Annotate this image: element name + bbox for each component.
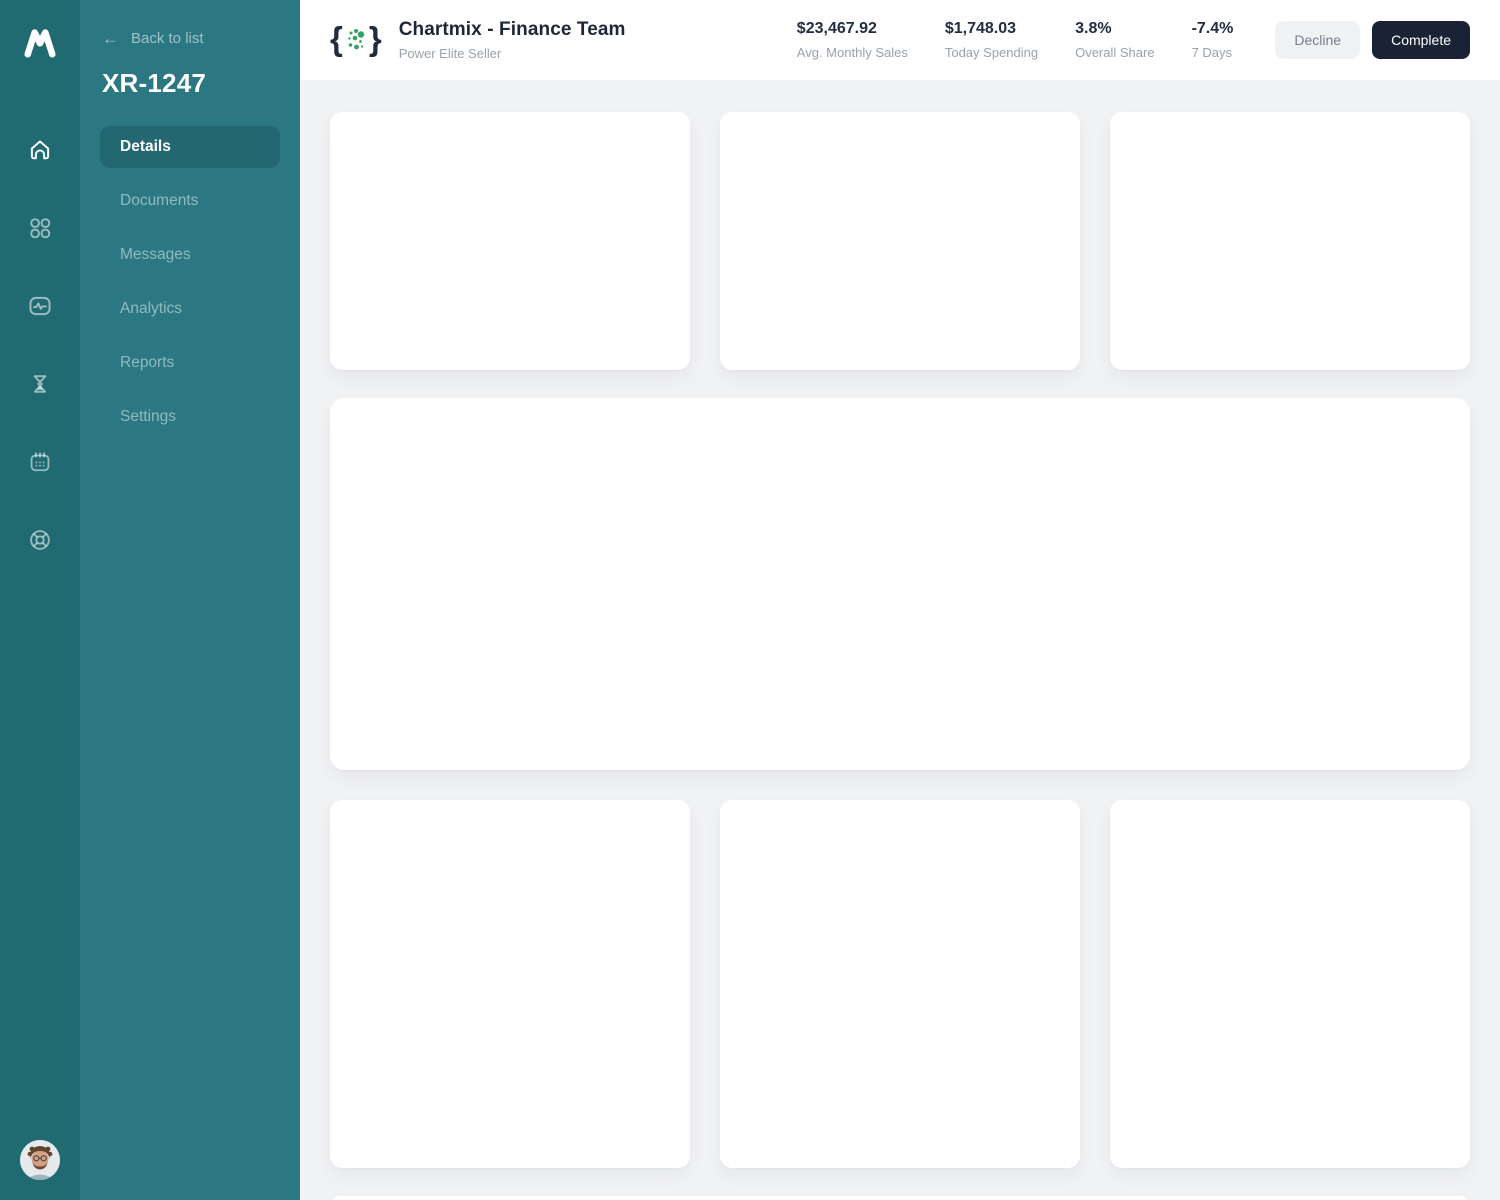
header-actions: Decline Complete bbox=[1275, 21, 1470, 59]
page-header: { } Chartmix - Finance Team Power Elite … bbox=[300, 0, 1500, 80]
sidebar-item-label: Analytics bbox=[120, 300, 183, 317]
page-subtitle: Power Elite Seller bbox=[398, 46, 502, 61]
sidebar-item-settings[interactable]: Settings bbox=[100, 396, 280, 438]
sidebar-item-label: Documents bbox=[120, 192, 199, 209]
bottom-card-row bbox=[330, 800, 1470, 1168]
braces-dots-logo-icon: { } bbox=[330, 19, 382, 57]
sidebar-item-label: Settings bbox=[120, 408, 177, 425]
stat-label: 7 Days bbox=[1191, 45, 1233, 60]
stat-7-days: -7.4% 7 Days bbox=[1192, 20, 1234, 60]
calendar-icon[interactable] bbox=[22, 444, 58, 480]
stat-value: $23,467.92 bbox=[796, 20, 877, 37]
sidebar-item-documents[interactable]: Documents bbox=[100, 180, 280, 222]
user-avatar[interactable] bbox=[20, 1140, 60, 1180]
stat-label: Avg. Monthly Sales bbox=[796, 45, 908, 60]
sidebar-item-label: Messages bbox=[120, 246, 191, 263]
sidebar-item-label: Reports bbox=[120, 354, 175, 371]
content-area bbox=[300, 80, 1500, 1200]
stat-label: Today Spending bbox=[944, 45, 1039, 60]
back-arrow-icon: ← bbox=[102, 29, 119, 48]
stat-label: Overall Share bbox=[1075, 45, 1155, 60]
sidebar-item-analytics[interactable]: Analytics bbox=[100, 288, 280, 330]
brace-open: { bbox=[330, 19, 343, 57]
top-card-3 bbox=[1110, 112, 1470, 370]
top-card-2 bbox=[720, 112, 1080, 370]
stat-today-spending: $1,748.03 Today Spending bbox=[945, 20, 1038, 60]
back-to-list-label: Back to list bbox=[131, 30, 204, 47]
brace-close: } bbox=[368, 19, 382, 57]
page-title: Chartmix - Finance Team bbox=[398, 19, 626, 40]
activity-chart-icon[interactable] bbox=[22, 288, 58, 324]
rail-nav bbox=[22, 132, 58, 558]
apps-grid-icon[interactable] bbox=[22, 210, 58, 246]
header-stats: $23,467.92 Avg. Monthly Sales $1,748.03 … bbox=[797, 20, 1234, 60]
sidebar-nav: Details Documents Messages Analytics Rep… bbox=[100, 126, 280, 438]
complete-button[interactable]: Complete bbox=[1372, 21, 1470, 59]
stat-value: $1,748.03 bbox=[944, 20, 1017, 37]
decline-button[interactable]: Decline bbox=[1275, 21, 1361, 59]
bottom-card-2 bbox=[720, 800, 1080, 1168]
m-logo bbox=[18, 22, 62, 62]
home-icon[interactable] bbox=[22, 132, 58, 168]
company-identity: { } Chartmix - Finance Team Power Elite … bbox=[330, 19, 626, 61]
bottom-card-1 bbox=[330, 800, 690, 1168]
sidebar-item-details[interactable]: Details bbox=[100, 126, 280, 168]
record-sidebar: ← Back to list XR-1247 Details Documents… bbox=[80, 0, 300, 1200]
hourglass-icon[interactable] bbox=[22, 366, 58, 402]
lifebuoy-help-icon[interactable] bbox=[22, 522, 58, 558]
stat-value: 3.8% bbox=[1075, 20, 1112, 37]
record-id: XR-1247 bbox=[102, 68, 207, 98]
wide-card bbox=[330, 398, 1470, 770]
bottom-card-3 bbox=[1110, 800, 1470, 1168]
stat-overall-share: 3.8% Overall Share bbox=[1075, 20, 1154, 60]
stat-avg-monthly-sales: $23,467.92 Avg. Monthly Sales bbox=[797, 20, 908, 60]
top-card-row bbox=[330, 112, 1470, 370]
main-column: { } Chartmix - Finance Team Power Elite … bbox=[300, 0, 1500, 1200]
stat-value: -7.4% bbox=[1191, 20, 1234, 37]
top-card-1 bbox=[330, 112, 690, 370]
back-to-list-link[interactable]: ← Back to list bbox=[100, 30, 280, 47]
sidebar-item-reports[interactable]: Reports bbox=[100, 342, 280, 384]
sidebar-item-label: Details bbox=[120, 138, 171, 155]
next-row-card-peek bbox=[330, 1196, 1470, 1200]
icon-rail bbox=[0, 0, 80, 1200]
sidebar-item-messages[interactable]: Messages bbox=[100, 234, 280, 276]
